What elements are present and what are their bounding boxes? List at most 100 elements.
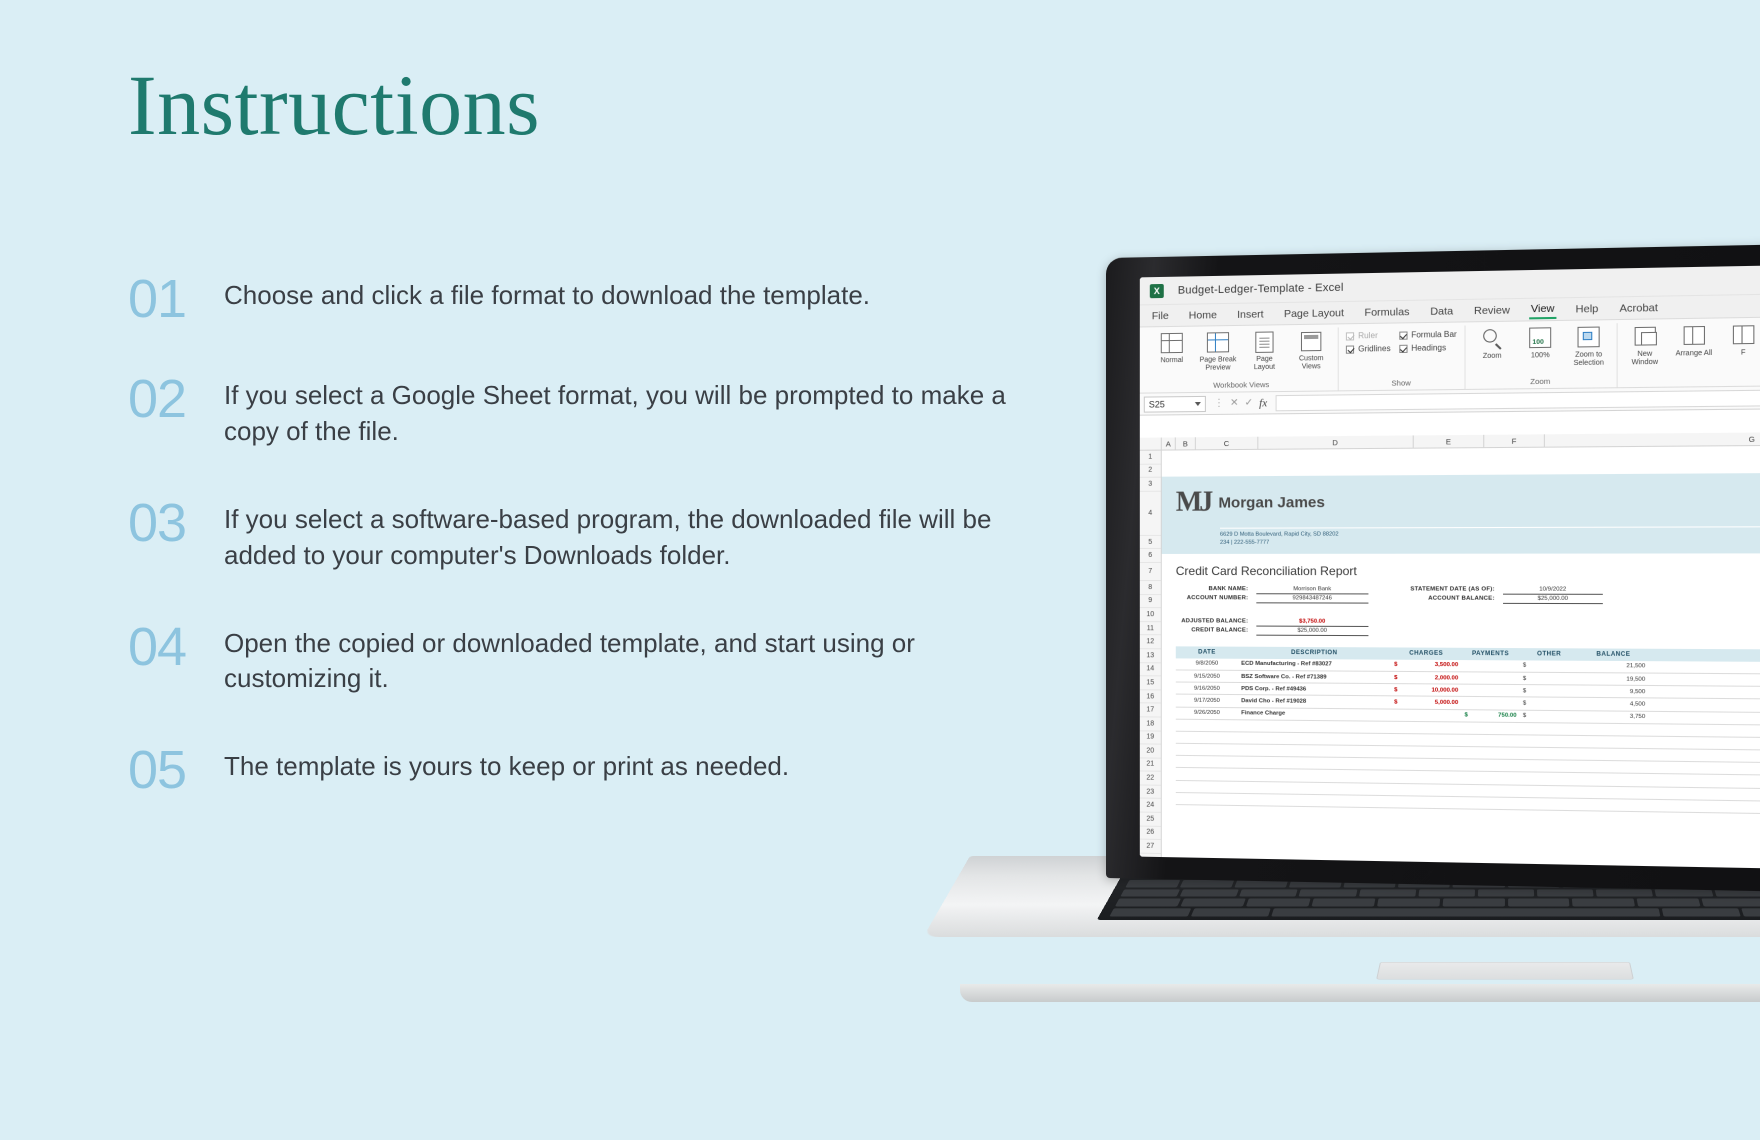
zoom-to-selection-icon — [1575, 323, 1602, 350]
row-header[interactable]: 22 — [1139, 771, 1161, 786]
row-header[interactable]: 25 — [1139, 812, 1161, 827]
zoom-to-selection-button[interactable]: Zoom to Selection — [1569, 323, 1609, 368]
row-header[interactable]: 10 — [1139, 608, 1161, 622]
ribbon-group-workbook-views: Normal Page Break Preview Page Layout Cu… — [1145, 327, 1339, 393]
arrange-all-button[interactable]: Arrange All — [1674, 322, 1715, 359]
row-header[interactable]: 7 — [1139, 562, 1161, 582]
row-header[interactable]: 21 — [1139, 758, 1161, 773]
account-number-value: 929843487246 — [1256, 595, 1369, 604]
tab-acrobat[interactable]: Acrobat — [1617, 299, 1660, 316]
column-header-a[interactable]: A — [1161, 437, 1176, 450]
tab-home[interactable]: Home — [1187, 307, 1219, 324]
tab-help[interactable]: Help — [1573, 300, 1600, 317]
tab-insert[interactable]: Insert — [1235, 306, 1266, 323]
arrange-all-label: Arrange All — [1675, 349, 1713, 358]
cell-charges: $10,000.00 — [1394, 686, 1459, 694]
row-header[interactable]: 24 — [1139, 798, 1161, 813]
custom-views-button[interactable]: Custom Views — [1292, 328, 1331, 372]
row-header[interactable]: 29 — [1139, 867, 1161, 872]
confirm-icon[interactable]: ✓ — [1245, 397, 1253, 408]
cell-date: 9/17/2050 — [1193, 697, 1220, 704]
step-text: Open the copied or downloaded template, … — [224, 627, 915, 694]
column-header-g[interactable]: G — [1544, 430, 1760, 447]
column-date: DATE — [1198, 649, 1216, 656]
grid-body: 1 2 3 4 5 6 7 8 9 10 11 12 13 14 15 16 1… — [1139, 444, 1760, 872]
row-header[interactable]: 19 — [1139, 730, 1161, 745]
tab-file[interactable]: File — [1150, 307, 1171, 323]
row-header[interactable]: 11 — [1139, 621, 1161, 636]
row-header[interactable]: 12 — [1139, 635, 1161, 650]
checkbox-ruler[interactable]: Ruler — [1345, 331, 1391, 341]
custom-views-icon — [1298, 328, 1324, 355]
zoom-100-label: 100% — [1530, 351, 1550, 360]
report-title: Credit Card Reconciliation Report — [1175, 563, 1357, 578]
freeze-panes-icon — [1729, 321, 1757, 348]
tab-review[interactable]: Review — [1472, 302, 1512, 319]
insert-function-icon[interactable]: fx — [1259, 397, 1267, 409]
cell-balance: 3,750 — [1629, 713, 1646, 721]
page-layout-icon — [1251, 328, 1277, 355]
normal-view-button[interactable]: Normal — [1153, 330, 1191, 366]
row-header[interactable]: 14 — [1139, 662, 1161, 677]
page-break-preview-label: Page Break Preview — [1199, 356, 1237, 372]
column-header-c[interactable]: C — [1195, 436, 1259, 450]
list-item: 05 The template is yours to keep or prin… — [128, 743, 1048, 797]
row-header[interactable]: 2 — [1139, 464, 1161, 478]
account-number-label: ACCOUNT NUMBER: — [1186, 594, 1249, 602]
more-options-icon[interactable]: ⋮ — [1214, 398, 1224, 409]
laptop-lid: X Budget-Ledger-Template - Excel Search … — [1106, 242, 1760, 894]
normal-view-label: Normal — [1160, 356, 1184, 365]
list-item: 04 Open the copied or downloaded templat… — [128, 620, 1048, 698]
window-title: Budget-Ledger-Template - Excel — [1177, 281, 1344, 297]
row-header[interactable]: 16 — [1139, 689, 1161, 704]
freeze-panes-button[interactable]: F — [1723, 321, 1760, 358]
row-header[interactable]: 27 — [1139, 839, 1161, 854]
new-window-button[interactable]: New Window — [1625, 322, 1665, 367]
cell-balance: 4,500 — [1629, 701, 1646, 708]
cell-other: $ — [1522, 675, 1527, 682]
zoom-icon — [1479, 325, 1506, 352]
cancel-icon[interactable]: ✕ — [1230, 398, 1238, 409]
row-header[interactable]: 26 — [1139, 826, 1161, 841]
row-header[interactable]: 9 — [1139, 594, 1161, 609]
checkbox-formula-bar[interactable]: Formula Bar — [1398, 330, 1457, 340]
credit-balance-value: $25,000.00 — [1256, 627, 1369, 636]
zoom-button[interactable]: Zoom — [1472, 325, 1512, 361]
formula-input[interactable] — [1275, 387, 1760, 411]
row-header[interactable]: 4 — [1139, 491, 1161, 536]
row-header[interactable]: 28 — [1139, 853, 1161, 868]
cell-description: ECD Manufacturing - Ref #83027 — [1241, 661, 1332, 668]
row-header[interactable]: 20 — [1139, 744, 1161, 759]
page-layout-button[interactable]: Page Layout — [1245, 328, 1283, 372]
adjusted-balance-label: ADJUSTED BALANCE: — [1181, 618, 1249, 625]
column-header-b[interactable]: B — [1175, 437, 1196, 450]
checkbox-headings[interactable]: Headings — [1398, 343, 1457, 353]
zoom-100-button[interactable]: 100 100% — [1520, 324, 1560, 361]
tab-data[interactable]: Data — [1428, 303, 1455, 320]
tab-page-layout[interactable]: Page Layout — [1282, 304, 1346, 321]
checkbox-gridlines[interactable]: Gridlines — [1345, 344, 1391, 354]
cell-description: PDS Corp. - Ref #49436 — [1241, 685, 1307, 693]
row-header[interactable]: 13 — [1139, 649, 1161, 663]
row-header[interactable]: 5 — [1139, 535, 1161, 550]
row-header[interactable]: 15 — [1139, 676, 1161, 691]
name-box[interactable]: S25 — [1143, 395, 1206, 413]
page-title: Instructions — [128, 57, 541, 153]
row-header[interactable]: 18 — [1139, 717, 1161, 732]
row-header[interactable]: 1 — [1139, 450, 1161, 465]
sheet-content[interactable]: MJ Morgan James 6629 D Motta Boulevard, … — [1161, 444, 1760, 872]
row-header[interactable]: 17 — [1139, 703, 1161, 718]
row-header[interactable]: 8 — [1139, 580, 1161, 595]
account-balance-value: $25,000.00 — [1503, 595, 1603, 604]
tab-formulas[interactable]: Formulas — [1362, 303, 1411, 320]
column-header-d[interactable]: D — [1258, 435, 1414, 449]
select-all-corner[interactable] — [1139, 437, 1162, 450]
step-number: 05 — [128, 740, 187, 801]
row-header[interactable]: 3 — [1139, 477, 1161, 492]
row-header[interactable]: 23 — [1139, 785, 1161, 800]
row-header[interactable]: 6 — [1139, 549, 1161, 563]
column-header-f[interactable]: F — [1484, 434, 1545, 448]
column-header-e[interactable]: E — [1413, 434, 1485, 448]
tab-view[interactable]: View — [1528, 299, 1557, 319]
page-break-preview-button[interactable]: Page Break Preview — [1199, 329, 1237, 373]
